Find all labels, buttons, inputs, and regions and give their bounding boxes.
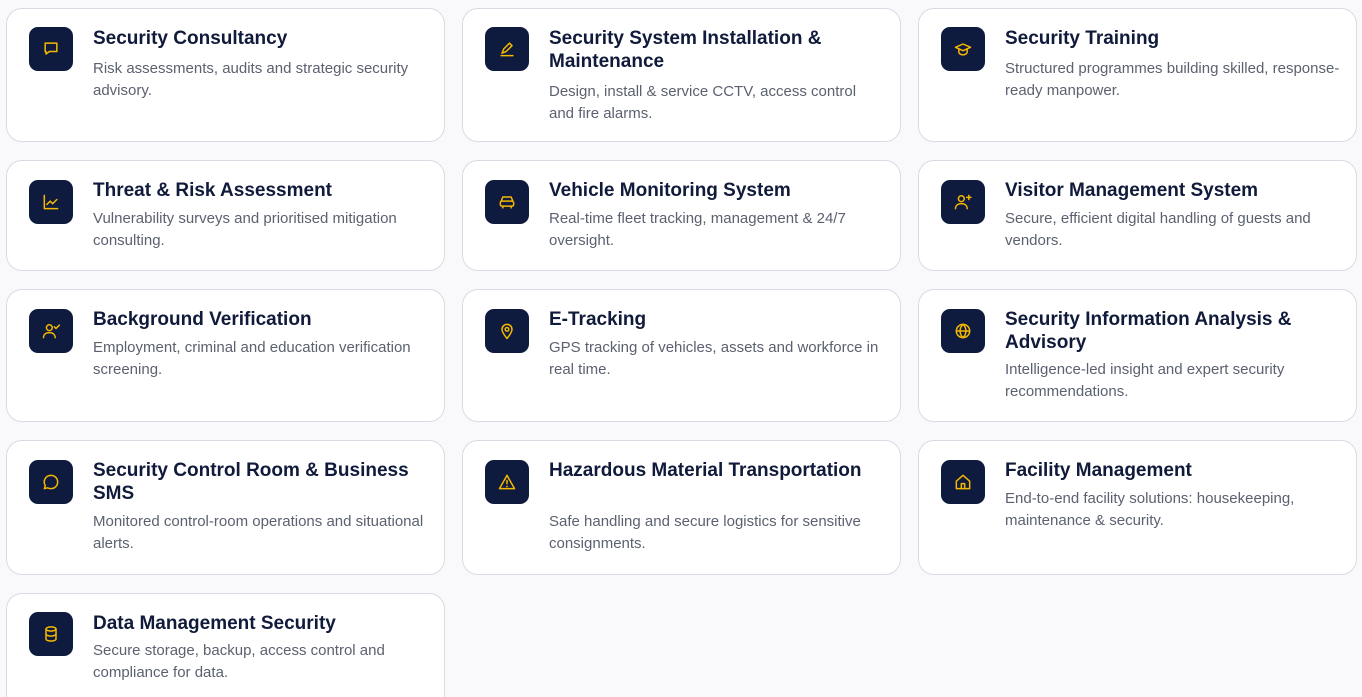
service-card-control-room-sms[interactable]: Security Control Room & Business SMS Mon… (6, 440, 445, 575)
service-card-security-consultancy[interactable]: Security Consultancy Risk assessments, a… (6, 8, 445, 142)
service-card-data-management-security[interactable]: Data Management Security Secure storage,… (6, 593, 445, 697)
service-card-background-verification[interactable]: Background Verification Employment, crim… (6, 289, 445, 422)
service-description: Real-time fleet tracking, management & 2… (549, 210, 846, 249)
service-description: Intelligence-led insight and expert secu… (1005, 361, 1285, 400)
service-title: Security Control Room & Business SMS (93, 460, 409, 504)
service-description: End-to-end facility solutions: housekeep… (1005, 490, 1295, 529)
service-description: Secure, efficient digital handling of gu… (1005, 210, 1311, 249)
service-title: Hazardous Material Transportation (549, 460, 862, 481)
service-description: Structured programmes building skilled, … (1005, 60, 1340, 99)
service-title: Security Information Analysis & Advisory (1005, 309, 1292, 353)
service-card-security-system-installation[interactable]: Security System Installation & Maintenan… (462, 8, 901, 142)
service-card-security-training[interactable]: Security Training Structured programmes … (918, 8, 1357, 142)
service-title: Security Training (1005, 28, 1160, 49)
message-circle-icon (29, 460, 73, 504)
service-title: Vehicle Monitoring System (549, 180, 791, 201)
service-card-hazardous-material[interactable]: Hazardous Material Transportation Safe h… (462, 440, 901, 575)
service-description: Monitored control-room operations and si… (93, 513, 424, 552)
graduation-cap-icon (941, 27, 985, 71)
service-description: Design, install & service CCTV, access c… (549, 83, 857, 122)
service-title: Threat & Risk Assessment (93, 180, 333, 201)
user-plus-icon (941, 180, 985, 224)
service-card-threat-risk-assessment[interactable]: Threat & Risk Assessment Vulnerability s… (6, 160, 445, 271)
service-card-visitor-management[interactable]: Visitor Management System Secure, effici… (918, 160, 1357, 271)
service-card-security-information-analysis[interactable]: Security Information Analysis & Advisory… (918, 289, 1357, 422)
service-description: GPS tracking of vehicles, assets and wor… (549, 339, 879, 378)
service-description: Vulnerability surveys and prioritised mi… (93, 210, 397, 249)
service-card-vehicle-monitoring[interactable]: Vehicle Monitoring System Real-time flee… (462, 160, 901, 271)
service-description: Secure storage, backup, access control a… (93, 642, 385, 681)
service-title: Security System Installation & Maintenan… (549, 28, 822, 72)
service-title: Security Consultancy (93, 28, 288, 49)
service-title: E-Tracking (549, 309, 647, 330)
chat-bubble-icon (29, 27, 73, 71)
database-icon (29, 612, 73, 656)
line-chart-icon (29, 180, 73, 224)
globe-icon (941, 309, 985, 353)
service-title: Data Management Security (93, 613, 336, 634)
service-title: Visitor Management System (1005, 180, 1259, 201)
map-pin-icon (485, 309, 529, 353)
car-icon (485, 180, 529, 224)
service-title: Background Verification (93, 309, 312, 330)
services-grid: Security Consultancy Risk assessments, a… (0, 0, 1362, 697)
warning-triangle-icon (485, 460, 529, 504)
user-check-icon (29, 309, 73, 353)
service-card-facility-management[interactable]: Facility Management End-to-end facility … (918, 440, 1357, 575)
home-icon (941, 460, 985, 504)
service-description: Safe handling and secure logistics for s… (549, 513, 861, 552)
service-description: Risk assessments, audits and strategic s… (93, 60, 409, 99)
service-description: Employment, criminal and education verif… (93, 339, 411, 378)
service-title: Facility Management (1005, 460, 1192, 481)
service-card-e-tracking[interactable]: E-Tracking GPS tracking of vehicles, ass… (462, 289, 901, 422)
pencil-icon (485, 27, 529, 71)
